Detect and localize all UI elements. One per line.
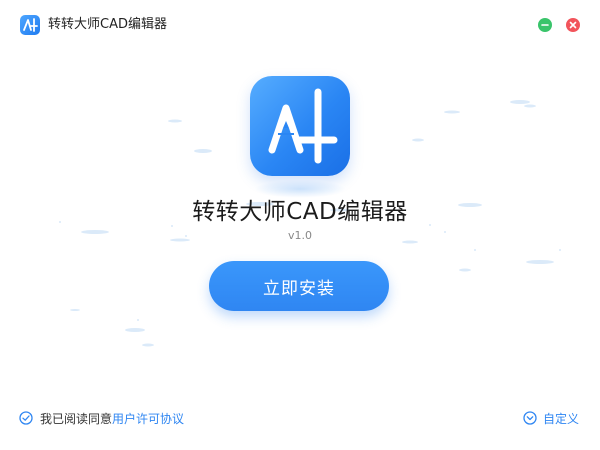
app-version: v1.0 bbox=[287, 229, 312, 242]
license-link[interactable]: 用户许可协议 bbox=[112, 410, 184, 427]
agree-text: 我已阅读同意 bbox=[40, 411, 113, 426]
install-now-button[interactable]: 立即安装 bbox=[209, 261, 389, 311]
app-name: 转转大师CAD编辑器 bbox=[192, 199, 408, 225]
minimize-icon bbox=[541, 24, 549, 26]
window-title: 转转大师CAD编辑器 bbox=[48, 17, 167, 32]
custom-install-button[interactable]: 自定义 bbox=[523, 408, 579, 428]
license-agreement[interactable]: 我已阅读同意 用户许可协议 bbox=[19, 408, 184, 428]
chevron-down-circle-icon bbox=[523, 411, 537, 425]
app-logo-small-icon bbox=[20, 15, 40, 35]
minimize-button[interactable] bbox=[538, 18, 552, 32]
close-button[interactable] bbox=[566, 18, 580, 32]
installer-window: 转转大师CAD编辑器 转转大师CAD编辑器 v1.0 立即安装 我已阅读同意 用… bbox=[0, 0, 600, 450]
app-logo-icon bbox=[250, 76, 350, 176]
close-icon bbox=[569, 21, 577, 29]
title-bar[interactable]: 转转大师CAD编辑器 bbox=[0, 0, 600, 48]
agree-checkbox-icon[interactable] bbox=[19, 411, 33, 425]
custom-install-label: 自定义 bbox=[543, 411, 580, 426]
